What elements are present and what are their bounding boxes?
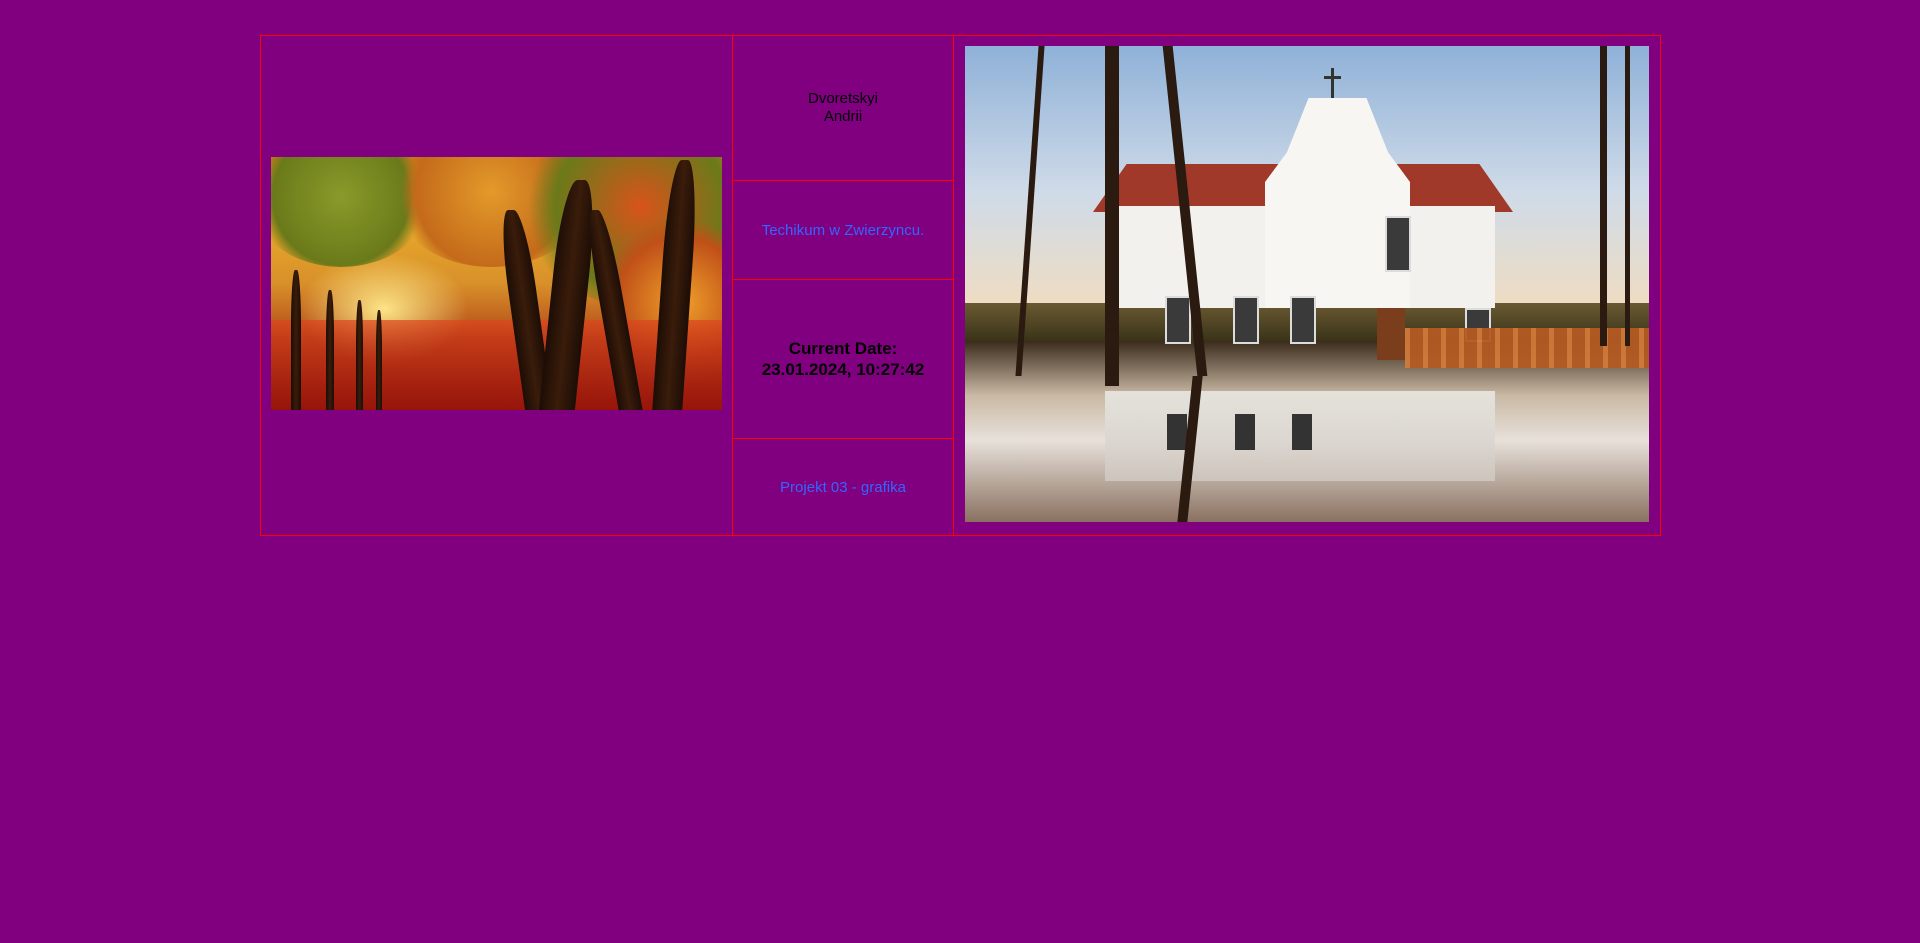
right-image-cell	[954, 36, 1660, 535]
date-value: 23.01.2024, 10:27:42	[761, 360, 925, 379]
author-last-name: Dvoretskyi	[807, 90, 878, 107]
church-pond-image	[965, 46, 1649, 522]
layout-table: Dvoretskyi Andrii Techikum w Zwierzyncu.…	[260, 35, 1661, 536]
project-link[interactable]: Projekt 03 - grafika	[780, 479, 906, 496]
author-name: Dvoretskyi Andrii	[808, 90, 878, 126]
school-link[interactable]: Techikum w Zwierzyncu.	[762, 222, 925, 239]
author-first-name: Andrii	[823, 108, 863, 125]
autumn-forest-image	[271, 157, 722, 410]
current-date: Current Date: 23.01.2024, 10:27:42	[762, 338, 925, 380]
date-label: Current Date:	[788, 339, 898, 358]
project-cell: Projekt 03 - grafika	[733, 439, 954, 535]
author-cell: Dvoretskyi Andrii	[733, 36, 954, 181]
date-cell: Current Date: 23.01.2024, 10:27:42	[733, 280, 954, 439]
left-image-cell	[261, 36, 733, 535]
school-cell: Techikum w Zwierzyncu.	[733, 181, 954, 280]
